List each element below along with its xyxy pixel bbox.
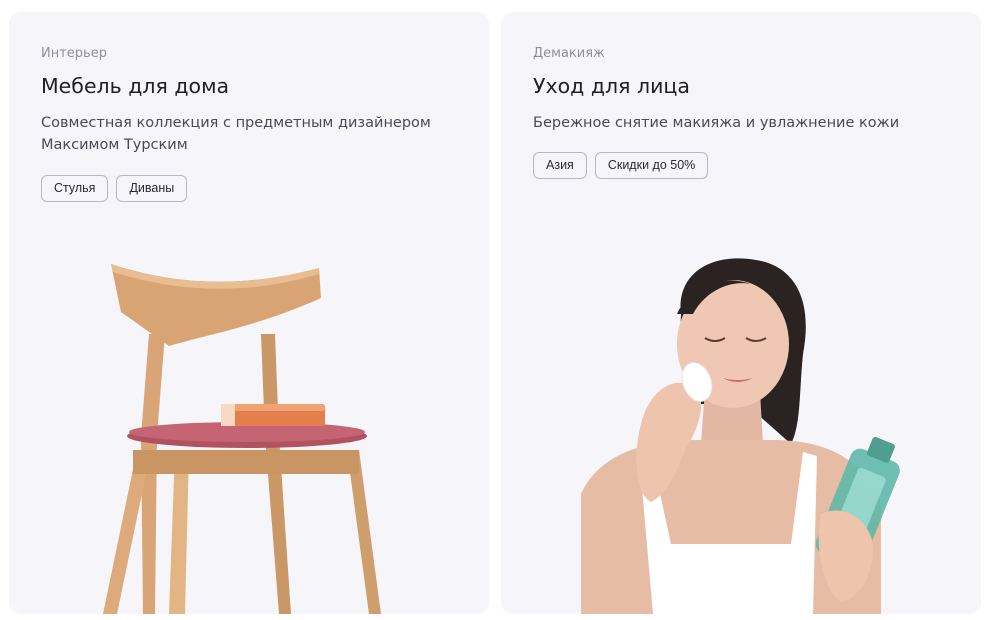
interior-promo-card[interactable]: Интерьер Мебель для дома Совместная колл…	[9, 12, 489, 614]
card-description: Совместная коллекция с предметным дизайн…	[41, 112, 457, 156]
facecare-promo-card[interactable]: Демакияж Уход для лица Бережное снятие м…	[501, 12, 981, 614]
card-description-line: Бережное снятие макияжа и увлажнение кож…	[533, 115, 900, 131]
chip-asia[interactable]: Азия	[533, 152, 587, 179]
card-title: Мебель для дома	[41, 74, 230, 98]
card-category: Интерьер	[41, 46, 107, 61]
chair-image	[103, 264, 381, 614]
chip-discounts[interactable]: Скидки до 50%	[594, 152, 709, 179]
card-description: Бережное снятие макияжа и увлажнение кож…	[533, 112, 949, 134]
chip-sofas[interactable]: Диваны	[116, 175, 188, 202]
chip-chairs[interactable]: Стулья	[41, 175, 109, 202]
card-description-line: Максимом Турским	[41, 137, 188, 153]
woman-makeup-removal-image	[581, 258, 900, 614]
card-category: Демакияж	[533, 46, 605, 61]
card-description-line: Совместная коллекция с предметным дизайн…	[41, 115, 431, 131]
card-title: Уход для лица	[533, 74, 690, 98]
